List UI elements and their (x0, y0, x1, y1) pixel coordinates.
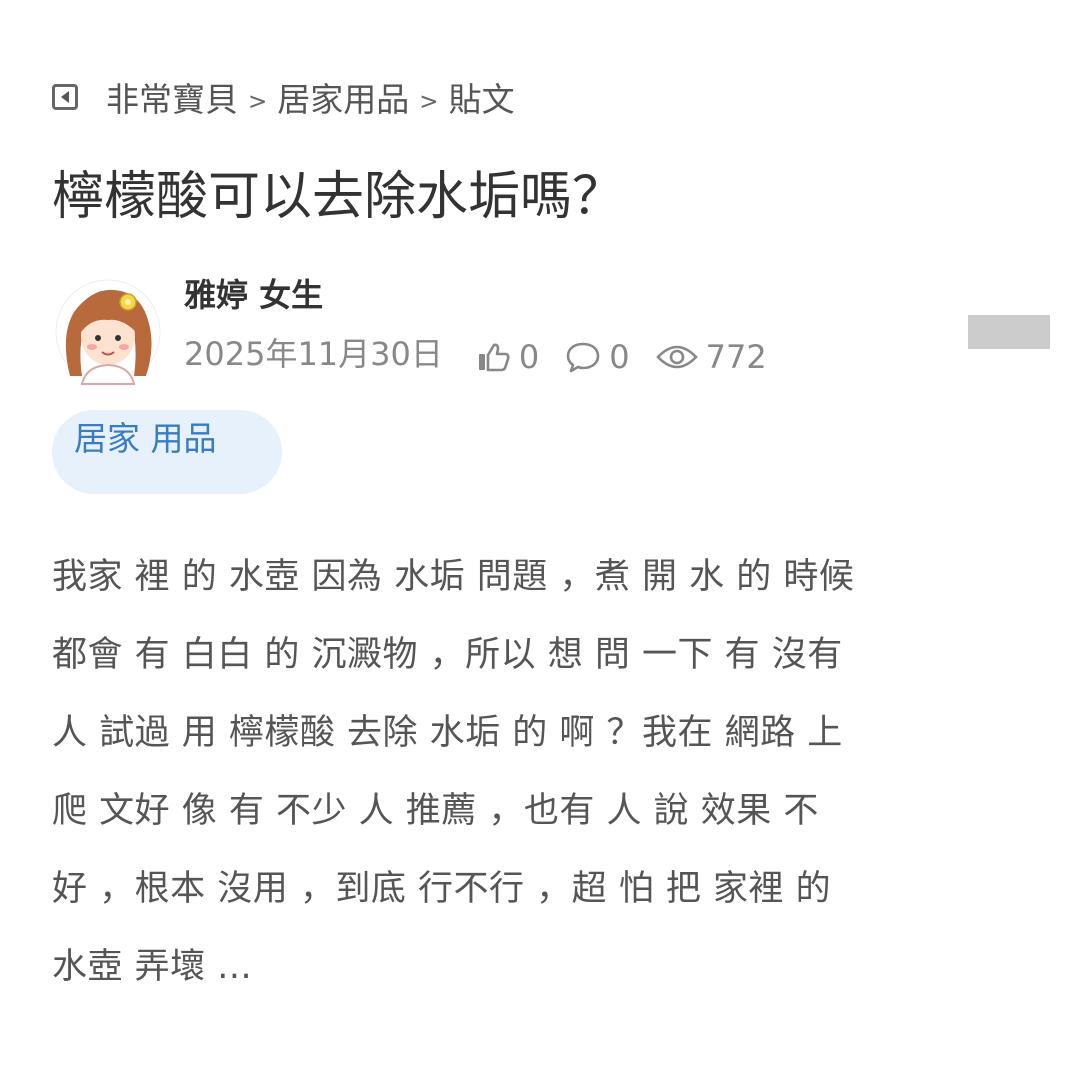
content-line: 水壺 弄壞 ... (52, 947, 253, 987)
post-content: 我家 裡 的 水壺 因為 水垢 問題 ，煮 開 水 的 時候 都會 有 白白 的… (52, 538, 1012, 1006)
breadcrumb-separator: > (419, 89, 439, 115)
content-line: 好 ，根本 沒用 ，到底 行不行 ，超 怕 把 家裡 的 (52, 869, 832, 909)
comment-count: 0 (609, 338, 630, 376)
breadcrumb-item-current: 貼文 (448, 80, 515, 119)
tag-chip[interactable]: 居家 用品 (52, 410, 282, 494)
post-meta: 2025年11月30日 0 0 772 (184, 330, 793, 380)
content-line: 我家 裡 的 水壺 因為 水垢 問題 ，煮 開 水 的 時候 (52, 557, 855, 597)
breadcrumb: 非常寶貝 > 居家用品 > 貼文 (52, 72, 515, 122)
content-line: 爬 文好 像 有 不少 人 推薦 ，也有 人 說 效果 不 (52, 791, 819, 831)
comment-bubble-icon (566, 342, 600, 373)
view-count-stat: 772 (655, 338, 767, 376)
back-square-icon[interactable] (52, 84, 78, 110)
breadcrumb-separator: > (248, 89, 268, 115)
comment-button[interactable]: 0 (565, 338, 630, 376)
post-date: 2025年11月30日 (184, 335, 443, 373)
like-count: 0 (518, 338, 540, 376)
content-line: 都會 有 白白 的 沉澱物 ，所以 想 問 一下 有 沒有 (52, 635, 843, 675)
breadcrumb-item-home[interactable]: 非常寶貝 (106, 73, 238, 121)
like-button[interactable]: 0 (477, 338, 539, 376)
breadcrumb-item-category[interactable]: 居家用品 (277, 73, 409, 121)
redacted-block (968, 315, 1050, 349)
content-line: 人 試過 用 檸檬酸 去除 水垢 的 啊 ？我在 網路 上 (52, 713, 843, 753)
eye-icon (655, 345, 698, 369)
author-name[interactable]: 雅婷 女生 (184, 272, 323, 318)
thumbs-up-icon (478, 343, 510, 372)
author-avatar[interactable] (52, 276, 164, 388)
view-count: 772 (705, 338, 767, 376)
post-title: 檸檬酸可以去除水垢嗎？ (52, 167, 625, 227)
